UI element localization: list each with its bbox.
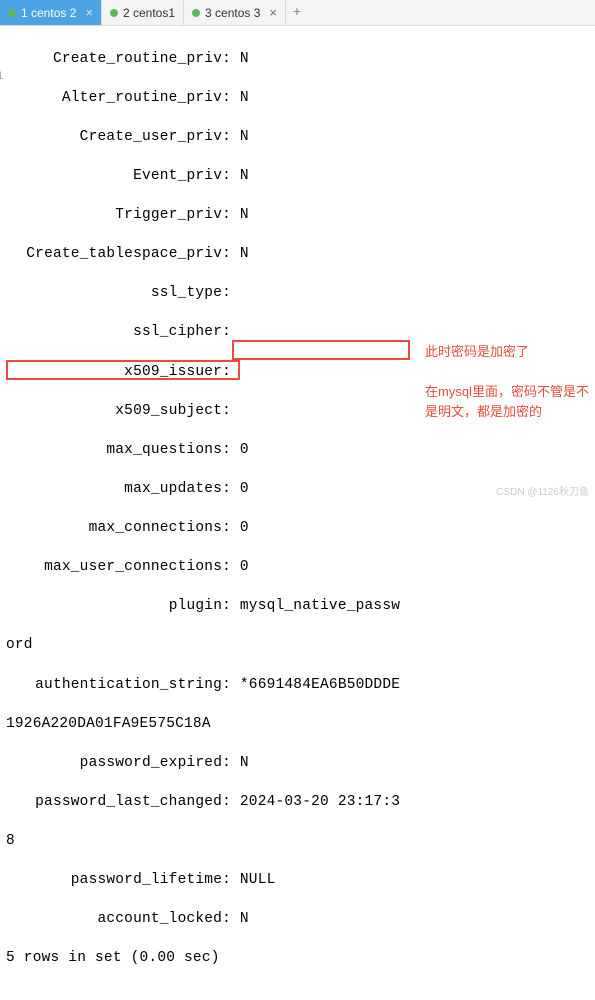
close-icon[interactable]: × [85, 5, 93, 20]
wrapped-line: ord [6, 636, 593, 656]
tab-centos-1[interactable]: 2 centos1 [102, 0, 184, 25]
tab-label: 2 centos1 [123, 6, 175, 20]
tab-bar: 1 centos 2 × 2 centos1 3 centos 3 × + [0, 0, 595, 26]
field-key: max_user_connections: [6, 558, 231, 578]
field-val: N [231, 167, 249, 187]
status-dot-icon [110, 9, 118, 17]
field-key: max_questions: [6, 441, 231, 461]
field-key: password_last_changed: [6, 793, 231, 813]
field-key: ssl_cipher: [6, 323, 231, 343]
field-val: mysql_native_passw [231, 597, 400, 617]
wrapped-line: 1926A220DA01FA9E575C18A [6, 715, 593, 735]
field-key: authentication_string: [6, 676, 231, 696]
terminal-output[interactable]: Create_routine_priv: N Alter_routine_pri… [0, 26, 595, 1000]
tab-label: 3 centos 3 [205, 6, 260, 20]
field-val: 0 [231, 441, 249, 461]
field-val: 0 [231, 558, 249, 578]
field-key: x509_issuer: [6, 363, 231, 383]
field-key: max_updates: [6, 480, 231, 500]
field-key: account_locked: [6, 910, 231, 930]
field-val: 0 [231, 480, 249, 500]
result-footer: 5 rows in set (0.00 sec) [6, 949, 593, 969]
field-val: NULL [231, 871, 276, 891]
annotation-mysql-note: 在mysql里面，密码不管是不是明文，都是加密的 [425, 382, 595, 421]
field-key: Trigger_priv: [6, 206, 231, 226]
field-key: Alter_routine_priv: [6, 89, 231, 109]
field-key: password_expired: [6, 754, 231, 774]
field-val [231, 363, 240, 383]
field-val: 2024-03-20 23:17:3 [231, 793, 400, 813]
field-key: Create_routine_priv: [6, 50, 231, 70]
field-val: N [231, 89, 249, 109]
field-key: Create_user_priv: [6, 128, 231, 148]
tab-centos-3[interactable]: 3 centos 3 × [184, 0, 286, 25]
field-key: Event_priv: [6, 167, 231, 187]
field-val: N [231, 245, 249, 265]
field-key: ssl_type: [6, 284, 231, 304]
field-val: N [231, 206, 249, 226]
status-dot-icon [8, 9, 16, 17]
gutter-marker: 1 [0, 70, 3, 82]
tab-label: 1 centos 2 [21, 6, 76, 20]
field-val: N [231, 910, 249, 930]
field-key: password_lifetime: [6, 871, 231, 891]
field-val [231, 284, 240, 304]
field-key: max_connections: [6, 519, 231, 539]
status-dot-icon [192, 9, 200, 17]
field-val: N [231, 754, 249, 774]
field-key: x509_subject: [6, 402, 231, 422]
close-icon[interactable]: × [269, 5, 277, 20]
add-tab-button[interactable]: + [286, 0, 308, 25]
wrapped-line: 8 [6, 832, 593, 852]
field-val [231, 402, 240, 422]
blank-line [6, 989, 593, 1000]
field-key: plugin: [6, 597, 231, 617]
field-val [231, 323, 240, 343]
field-val: N [231, 128, 249, 148]
watermark: CSDN @1126秋刀鱼 [496, 483, 589, 498]
annotation-encrypted: 此时密码是加密了 [425, 342, 529, 362]
field-val: 0 [231, 519, 249, 539]
tab-centos-2[interactable]: 1 centos 2 × [0, 0, 102, 25]
field-val: N [231, 50, 249, 70]
field-key: Create_tablespace_priv: [6, 245, 231, 265]
field-val: *6691484EA6B50DDDE [231, 676, 400, 696]
